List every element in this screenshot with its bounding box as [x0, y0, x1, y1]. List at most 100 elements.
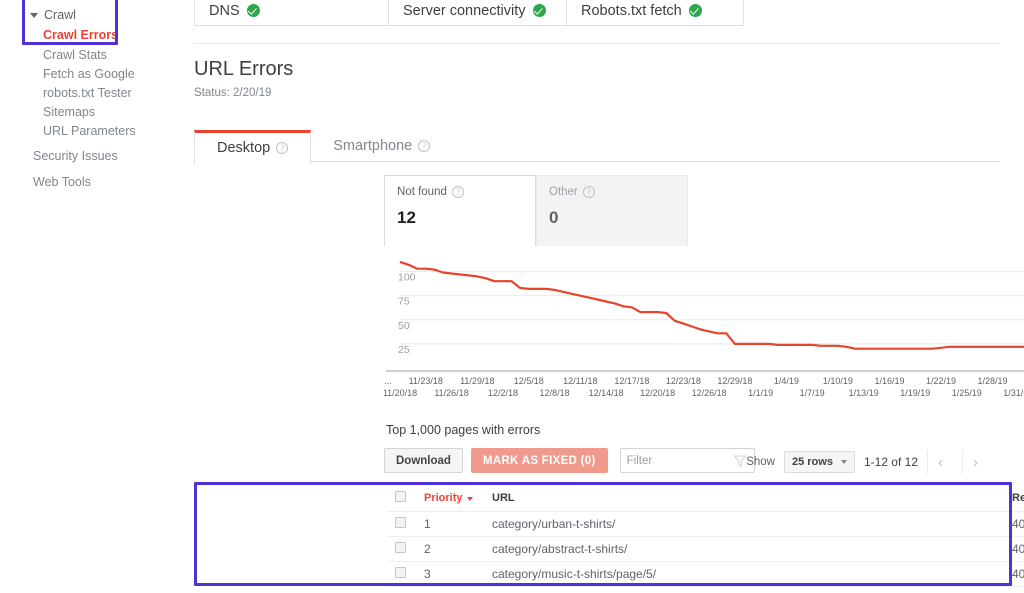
- status-cell-server-connectivity[interactable]: Server connectivity: [389, 0, 567, 25]
- sidebar-item-crawl-stats[interactable]: Crawl Stats: [43, 48, 107, 62]
- sidebar-item-web-tools[interactable]: Web Tools: [33, 175, 91, 189]
- table-row[interactable]: 2 category/abstract-t-shirts/ 404 11/22/…: [387, 536, 1024, 562]
- chevron-left-icon: ‹: [938, 453, 943, 471]
- table-row[interactable]: 1 category/urban-t-shirts/ 404 12/12/18: [387, 511, 1024, 537]
- cell-url[interactable]: category/urban-t-shirts/: [491, 511, 1011, 537]
- column-header-response-code[interactable]: Response Code: [1011, 485, 1024, 512]
- rows-per-page-select[interactable]: 25 rows: [783, 451, 855, 473]
- card-not-found[interactable]: Not found ? 12: [384, 175, 536, 246]
- rows-per-page-value: 25 rows: [791, 456, 833, 468]
- table-head: Priority URL Response Code Detected: [387, 485, 1024, 512]
- tab-desktop[interactable]: Desktop ?: [194, 130, 312, 163]
- download-button-label: Download: [396, 454, 451, 467]
- svg-text:12/26/18: 12/26/18: [692, 388, 727, 398]
- table-toolbar: Download MARK AS FIXED (0) Filter: [384, 448, 755, 473]
- status-cell-robots-txt-fetch[interactable]: Robots.txt fetch: [567, 0, 743, 25]
- status-label: Robots.txt fetch: [581, 3, 682, 19]
- row-checkbox[interactable]: [395, 566, 406, 578]
- row-checkbox-cell[interactable]: [387, 511, 423, 537]
- check-circle-icon: [532, 4, 546, 17]
- sidebar-item-label: Web Tools: [33, 175, 91, 189]
- column-label: Priority: [424, 491, 463, 504]
- svg-text:11/29/18: 11/29/18: [460, 376, 494, 386]
- sort-desc-icon: [466, 496, 473, 501]
- help-circle-icon[interactable]: ?: [582, 186, 595, 198]
- column-header-priority[interactable]: Priority: [423, 485, 491, 512]
- card-other[interactable]: Other ? 0: [536, 175, 688, 246]
- svg-text:12/11/18: 12/11/18: [563, 376, 597, 386]
- cell-url[interactable]: category/music-t-shirts/page/5/: [491, 561, 1011, 587]
- svg-text:12/17/18: 12/17/18: [614, 376, 649, 386]
- sidebar: Crawl Crawl Errors Crawl Stats Fetch as …: [0, 0, 190, 593]
- svg-text:...: ...: [384, 376, 392, 386]
- crawl-errors-page: Crawl Crawl Errors Crawl Stats Fetch as …: [0, 0, 1024, 593]
- sidebar-item-robots-txt-tester[interactable]: robots.txt Tester: [43, 86, 132, 100]
- svg-text:1/13/19: 1/13/19: [849, 388, 879, 398]
- pagination-range: 1-12 of 12: [863, 455, 918, 469]
- help-circle-icon[interactable]: ?: [418, 140, 431, 152]
- sidebar-group-label: Crawl: [44, 8, 76, 22]
- svg-text:12/14/18: 12/14/18: [589, 388, 624, 398]
- table-pagination: Show 25 rows 1-12 of 12 ‹ ›: [746, 450, 988, 474]
- svg-text:25: 25: [398, 344, 410, 356]
- svg-text:12/23/18: 12/23/18: [666, 376, 701, 386]
- row-checkbox-cell[interactable]: [387, 561, 423, 587]
- crawl-health-status-strip: DNS Server connectivity Robots.txt fetch: [194, 0, 744, 26]
- table-row[interactable]: 3 category/music-t-shirts/page/5/ 404 2/…: [387, 561, 1024, 587]
- sidebar-group-crawl[interactable]: Crawl: [30, 8, 76, 22]
- row-checkbox[interactable]: [395, 541, 406, 553]
- svg-text:12/5/18: 12/5/18: [514, 376, 544, 386]
- next-page-button[interactable]: ›: [962, 450, 988, 474]
- svg-text:12/8/18: 12/8/18: [540, 388, 570, 398]
- cell-priority: 1: [423, 511, 491, 537]
- column-header-url[interactable]: URL: [491, 485, 1011, 512]
- filter-input[interactable]: Filter: [627, 455, 653, 467]
- status-cell-dns[interactable]: DNS: [195, 0, 389, 25]
- cell-response-code: 404: [1011, 561, 1024, 587]
- help-circle-icon[interactable]: ?: [451, 186, 464, 198]
- svg-text:1/19/19: 1/19/19: [900, 388, 930, 398]
- check-circle-icon: [246, 4, 260, 17]
- cell-response-code: 404: [1011, 536, 1024, 562]
- mark-as-fixed-label: MARK AS FIXED (0): [482, 454, 596, 467]
- mark-as-fixed-button[interactable]: MARK AS FIXED (0): [470, 448, 608, 473]
- url-errors-table: Priority URL Response Code Detected: [387, 485, 1024, 587]
- svg-text:1/10/19: 1/10/19: [823, 376, 853, 386]
- sidebar-item-url-parameters[interactable]: URL Parameters: [43, 124, 136, 138]
- help-circle-icon[interactable]: ?: [276, 142, 289, 154]
- svg-text:75: 75: [398, 296, 410, 308]
- sidebar-item-crawl-errors[interactable]: Crawl Errors: [43, 28, 118, 42]
- tab-smartphone[interactable]: Smartphone ?: [311, 130, 452, 162]
- download-button[interactable]: Download: [384, 448, 463, 473]
- sidebar-item-fetch-as-google[interactable]: Fetch as Google: [43, 67, 135, 81]
- svg-text:1/4/19: 1/4/19: [774, 376, 799, 386]
- row-checkbox[interactable]: [395, 516, 406, 528]
- card-label: Other: [549, 186, 578, 198]
- filter-input-wrapper[interactable]: Filter: [619, 448, 755, 473]
- svg-text:1/28/19: 1/28/19: [977, 376, 1007, 386]
- prev-page-button[interactable]: ‹: [927, 450, 953, 474]
- errors-over-time-chart[interactable]: 25 50 75 100... 11/20/18 11/26/18 12/2/18 12/8/…: [384, 258, 1024, 406]
- status-label: Server connectivity: [403, 3, 526, 19]
- svg-text:11/23/18: 11/23/18: [409, 376, 443, 386]
- show-label: Show: [746, 456, 775, 468]
- svg-text:1/22/19: 1/22/19: [926, 376, 956, 386]
- sidebar-item-security-issues[interactable]: Security Issues: [33, 149, 118, 163]
- funnel-icon[interactable]: [732, 454, 747, 468]
- svg-text:1/1/19: 1/1/19: [748, 388, 773, 398]
- card-label-row: Not found ?: [397, 186, 523, 198]
- svg-text:50: 50: [398, 320, 410, 332]
- cell-url[interactable]: category/abstract-t-shirts/: [491, 536, 1011, 562]
- row-checkbox-cell[interactable]: [387, 536, 423, 562]
- device-tabs: Desktop ? Smartphone ?: [194, 130, 1000, 163]
- caret-down-icon: [30, 12, 38, 18]
- sidebar-item-label: Sitemaps: [43, 105, 96, 119]
- svg-text:12/20/18: 12/20/18: [640, 388, 675, 398]
- table-body: 1 category/urban-t-shirts/ 404 12/12/18 …: [387, 511, 1024, 587]
- card-value: 12: [397, 208, 416, 227]
- sidebar-item-sitemaps[interactable]: Sitemaps: [43, 105, 95, 119]
- tab-label: Desktop: [217, 140, 271, 156]
- select-all-checkbox[interactable]: [395, 490, 406, 502]
- select-all-header[interactable]: [387, 485, 423, 512]
- svg-text:100: 100: [398, 272, 416, 284]
